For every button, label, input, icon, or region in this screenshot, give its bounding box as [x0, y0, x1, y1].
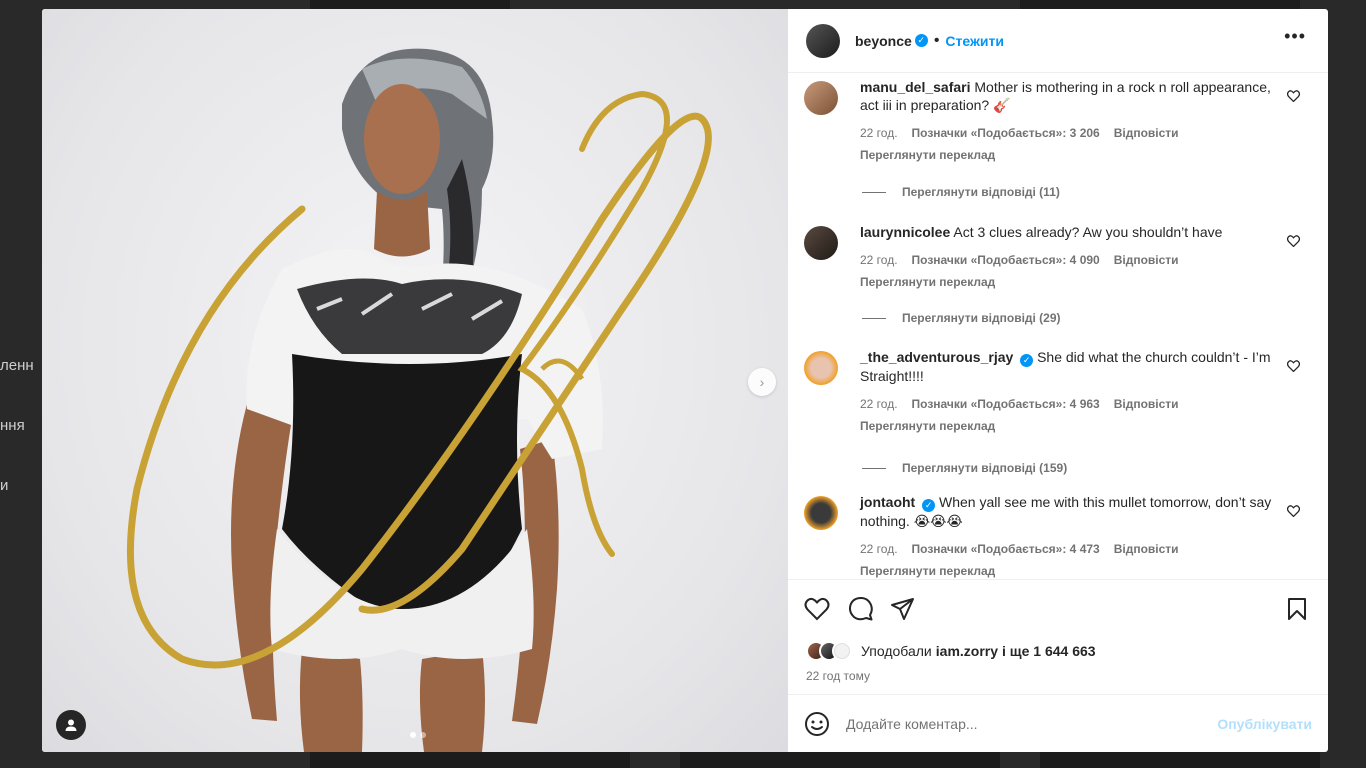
view-replies-button[interactable]: Переглянути відповіді (29) — [862, 311, 1061, 325]
publish-button[interactable]: Опублікувати — [1217, 716, 1312, 732]
carousel-dots — [410, 732, 426, 738]
author-avatar[interactable] — [806, 23, 840, 58]
comment-input[interactable] — [846, 715, 1218, 732]
carousel-dot — [420, 732, 426, 738]
comment-time: 22 год. — [860, 253, 898, 267]
view-replies-label: Переглянути відповіді (29) — [902, 311, 1061, 325]
comment-text: Act 3 clues already? Aw you shouldn’t ha… — [953, 224, 1223, 240]
comment-username[interactable]: jontaoht — [860, 494, 915, 510]
background-sidebar-text: и — [0, 477, 9, 494]
emoji-button[interactable] — [804, 711, 830, 737]
comment-likes[interactable]: Позначки «Подобається»: 4 090 — [912, 251, 1100, 269]
comment-like-button[interactable] — [1286, 360, 1301, 375]
comment-avatar[interactable] — [804, 496, 838, 530]
replies-line — [862, 317, 886, 319]
more-options-button[interactable]: ••• — [1284, 27, 1306, 45]
comment-button[interactable] — [848, 596, 874, 622]
verified-badge-icon: ✓ — [914, 34, 928, 47]
like-button[interactable] — [804, 596, 830, 622]
heart-icon — [1286, 90, 1301, 103]
translate-button[interactable]: Переглянути переклад — [860, 562, 1280, 580]
comment-avatar[interactable] — [804, 226, 838, 260]
comment-composer: Опублікувати — [788, 695, 1328, 752]
carousel-next-button[interactable]: › — [748, 368, 776, 396]
translate-button[interactable]: Переглянути переклад — [860, 273, 1280, 291]
comment-like-button[interactable] — [1286, 90, 1301, 105]
likes-prefix: Уподобали — [861, 643, 932, 659]
comment-time: 22 год. — [860, 126, 898, 140]
comment-likes[interactable]: Позначки «Подобається»: 3 206 — [912, 124, 1100, 142]
post-modal: › beyonce ✓ • Стежити ••• manu_del_safar… — [42, 9, 1328, 752]
post-header: beyonce ✓ • Стежити ••• — [788, 9, 1328, 73]
post-panel: beyonce ✓ • Стежити ••• manu_del_safari … — [788, 9, 1328, 752]
comment-avatar[interactable] — [804, 81, 838, 115]
post-photo — [126, 48, 712, 752]
heart-icon — [1286, 235, 1301, 248]
post-actions: Уподобали iam.zorry і ще 1 644 663 22 го… — [788, 579, 1328, 695]
comment-like-button[interactable] — [1286, 505, 1301, 520]
share-button[interactable] — [890, 596, 916, 622]
reply-button[interactable]: Відповісти — [1114, 124, 1179, 142]
replies-line — [862, 467, 886, 469]
reply-button[interactable]: Відповісти — [1114, 251, 1179, 269]
reply-button[interactable]: Відповісти — [1114, 395, 1179, 413]
comment-like-button[interactable] — [1286, 235, 1301, 250]
carousel-dot — [410, 732, 416, 738]
heart-icon — [1286, 360, 1301, 373]
comment-username[interactable]: _the_adventurous_rjay — [860, 349, 1013, 365]
post-timestamp: 22 год тому — [806, 669, 870, 683]
comment-username[interactable]: manu_del_safari — [860, 79, 971, 95]
liker-username[interactable]: iam.zorry — [936, 643, 998, 659]
heart-icon — [1286, 505, 1301, 518]
liker-avatar — [832, 641, 852, 661]
share-icon — [891, 598, 914, 620]
background-sidebar-text: ленн — [0, 357, 34, 374]
tagged-users-button[interactable] — [56, 710, 86, 740]
background-sidebar-text: ння — [0, 417, 25, 434]
comment-time: 22 год. — [860, 396, 898, 411]
header-separator: • — [933, 31, 940, 49]
view-replies-label: Переглянути відповіді (159) — [902, 461, 1068, 475]
replies-line — [862, 191, 886, 193]
comment-time: 22 год. — [860, 541, 898, 556]
save-button[interactable] — [1284, 596, 1310, 622]
more-icon: ••• — [1284, 26, 1306, 46]
comments-list[interactable]: manu_del_safari Mother is mothering in a… — [788, 74, 1328, 579]
chevron-right-icon: › — [759, 374, 765, 390]
comment-likes[interactable]: Позначки «Подобається»: 4 473 — [912, 540, 1100, 558]
user-icon — [65, 719, 77, 731]
comment-icon — [848, 597, 873, 621]
likes-summary[interactable]: Уподобали iam.zorry і ще 1 644 663 — [806, 641, 1096, 661]
comment-text: When yall see me with this mullet tomorr… — [860, 494, 1272, 529]
comment-avatar[interactable] — [804, 351, 838, 385]
comment-likes[interactable]: Позначки «Подобається»: 4 963 — [912, 395, 1100, 413]
verified-badge-icon: ✓ — [1020, 353, 1034, 367]
heart-icon — [804, 597, 830, 621]
follow-button[interactable]: Стежити — [945, 33, 1004, 49]
emoji-icon — [805, 711, 829, 736]
reply-button[interactable]: Відповісти — [1114, 540, 1179, 558]
view-replies-label: Переглянути відповіді (11) — [902, 185, 1060, 199]
post-media[interactable]: › — [42, 9, 788, 752]
bookmark-icon — [1288, 598, 1306, 620]
view-replies-button[interactable]: Переглянути відповіді (11) — [862, 185, 1060, 199]
view-replies-button[interactable]: Переглянути відповіді (159) — [862, 461, 1067, 475]
verified-badge-icon: ✓ — [922, 498, 936, 512]
translate-button[interactable]: Переглянути переклад — [860, 146, 1280, 164]
author-username[interactable]: beyonce — [855, 33, 912, 49]
translate-button[interactable]: Переглянути переклад — [860, 417, 1280, 435]
likes-count[interactable]: і ще 1 644 663 — [1002, 643, 1096, 659]
comment-username[interactable]: laurynnicolee — [860, 224, 950, 240]
